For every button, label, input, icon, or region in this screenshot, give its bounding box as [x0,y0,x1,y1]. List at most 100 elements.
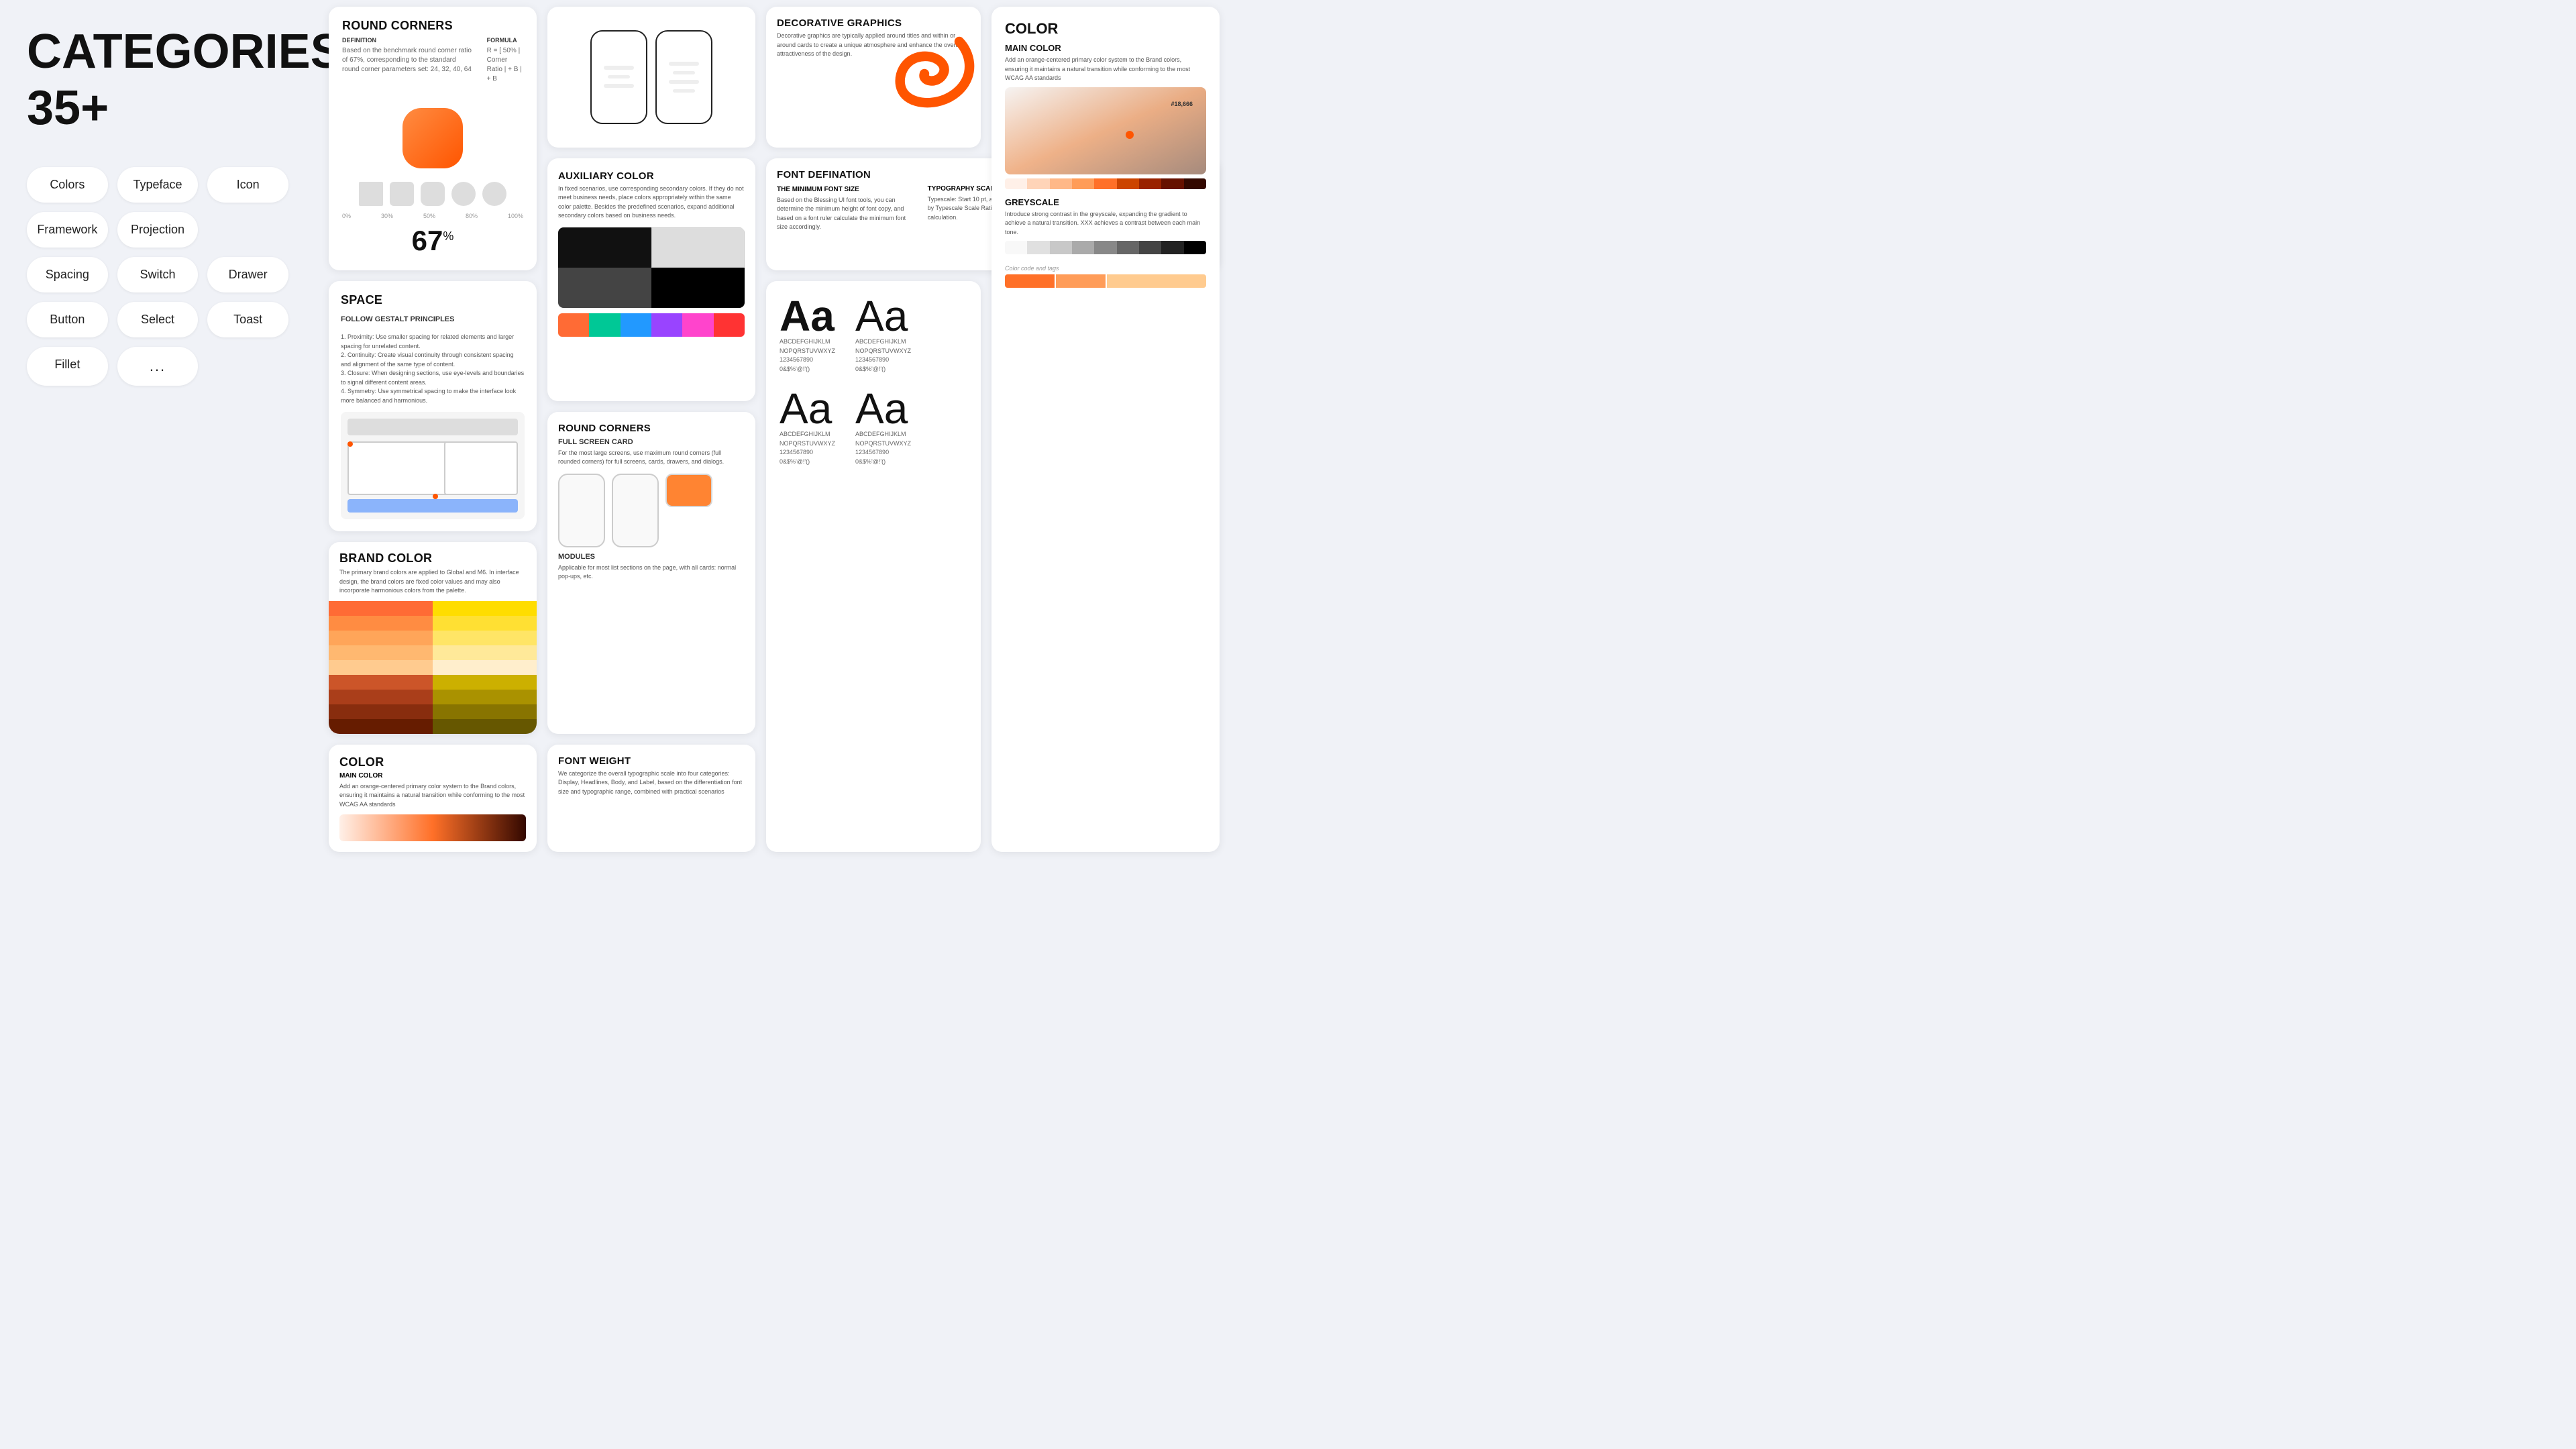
orange-swirl-container [867,20,981,127]
swatch-y1 [433,601,537,616]
corner-shape-1 [390,182,414,206]
phone-line-sm [608,75,630,78]
definition-text: Based on the benchmark round corner rati… [342,46,474,74]
swatch-col-orange [329,601,433,734]
swatch-y2 [433,616,537,631]
aux-darkest [651,268,745,308]
orange-color-bar [1005,178,1206,189]
auxiliary-desc: In fixed scenarios, use corresponding se… [558,184,745,221]
category-pill-more[interactable]: ... [117,347,199,386]
brand-color-header: BRAND COLOR The primary brand colors are… [329,542,537,601]
scale-4: 100% [508,213,523,219]
percent-value: 67 [412,225,443,256]
aux-dark [558,268,651,308]
category-pill-framework[interactable]: Framework [27,212,108,248]
corner-scale: 0% 30% 50% 80% 100% [342,213,523,219]
color-right-desc: Add an orange-centered primary color sys… [1005,56,1206,83]
font-weight-row: Aa ABCDEFGHIJKLMNOPQRSTUVWXYZ12345678900… [780,294,967,374]
swatch-y9 [433,719,537,734]
category-pill-switch[interactable]: Switch [117,257,199,292]
category-pill-projection[interactable]: Projection [117,212,199,248]
space-subtitle: FOLLOW GESTALT PRINCIPLES [341,315,525,323]
corner-shape-3 [451,182,476,206]
swatch-o5 [329,660,433,675]
percent-suffix: % [443,229,453,243]
font-weight-title: FONT WEIGHT [558,755,745,767]
color-right-title: COLOR [1005,20,1206,38]
phone-line-4 [669,80,700,84]
phone-small-1 [558,474,605,547]
category-pill-select[interactable]: Select [117,302,199,337]
swatch-o1 [329,601,433,616]
card-round-corners-2: ROUND CORNERS FULL SCREEN CARD For the m… [547,412,755,734]
scale-0: 0% [342,213,351,219]
swatch-y4 [433,645,537,660]
swatch-o3 [329,631,433,645]
card-space: SPACE FOLLOW GESTALT PRINCIPLES 1. Proxi… [329,281,537,531]
font-sample-thin: Aa ABCDEFGHIJKLMNOPQRSTUVWXYZ12345678900… [855,387,911,466]
font-weight-row-2: Aa ABCDEFGHIJKLMNOPQRSTUVWXYZ12345678900… [780,387,967,466]
orange-card-mock [665,474,712,507]
color-bottom-desc: Add an orange-centered primary color sys… [339,782,526,810]
corner-shape-0 [359,182,383,206]
corner-shape-2 [421,182,445,206]
category-pill-toast[interactable]: Toast [207,302,288,337]
sidebar: CATEGORIES 35+ Colors Typeface Icon Fram… [0,0,315,859]
card-phones-top [547,7,755,148]
card-font-samples: Aa ABCDEFGHIJKLMNOPQRSTUVWXYZ12345678900… [766,281,981,852]
phone-mock-1 [590,30,647,124]
category-pill-colors[interactable]: Colors [27,167,108,203]
aux-c-pink [682,313,713,337]
round2-title: ROUND CORNERS [558,423,745,434]
aa-medium: Aa [855,294,911,337]
category-pill-icon[interactable]: Icon [207,167,288,203]
phone-line-3 [669,62,700,66]
categories-title: CATEGORIES [27,27,288,78]
aux-c-green [589,313,620,337]
category-pill-spacing[interactable]: Spacing [27,257,108,292]
round-corners-title: ROUND CORNERS [342,19,523,33]
category-grid: Colors Typeface Icon Framework Projectio… [27,167,288,386]
category-pill-fillet[interactable]: Fillet [27,347,108,386]
swatch-o4 [329,645,433,660]
font-sample-medium: Aa ABCDEFGHIJKLMNOPQRSTUVWXYZ12345678900… [855,294,911,374]
aux-white [651,227,745,268]
card-decorative: DECORATIVE GRAPHICS Decorative graphics … [766,7,981,148]
color-swatches [329,601,537,734]
font-def-left: FONT DEFINATION THE MINIMUM FONT SIZE Ba… [777,169,908,232]
aux-black [558,227,651,268]
chars-bold: ABCDEFGHIJKLMNOPQRSTUVWXYZ12345678900&$%… [780,337,835,374]
card-round-corners: ROUND CORNERS DEFINITION Based on the be… [329,7,537,270]
category-pill-typeface[interactable]: Typeface [117,167,199,203]
font-def-title: FONT DEFINATION [777,169,908,180]
font-def-desc: Based on the Blessing UI font tools, you… [777,196,908,232]
swatch-y7 [433,690,537,704]
swatch-o7 [329,690,433,704]
font-def-sub: THE MINIMUM FONT SIZE [777,186,908,193]
corner-visual: 0% 30% 50% 80% 100% 67% [329,95,537,270]
color-bottom-sub: MAIN COLOR [339,772,526,780]
swatch-o2 [329,616,433,631]
font-sample-light: Aa ABCDEFGHIJKLMNOPQRSTUVWXYZ12345678900… [780,387,835,466]
swatch-o8 [329,704,433,719]
aux-colors-row [558,313,745,337]
aa-light: Aa [780,387,835,430]
greyscale-bar [1005,241,1206,254]
main-content: ROUND CORNERS DEFINITION Based on the be… [315,0,1233,859]
percent-display: 67% [412,225,454,257]
color-right-map: #18,666 [1005,87,1206,174]
font-weight-desc: We categorize the overall typographic sc… [558,769,745,797]
swatch-y5 [433,660,537,675]
round2-desc2: Applicable for most list sections on the… [558,564,745,582]
color-bottom-title: COLOR [339,755,526,769]
chars-light: ABCDEFGHIJKLMNOPQRSTUVWXYZ12345678900&$%… [780,430,835,466]
aux-c-orange [558,313,589,337]
phone-line-2 [604,84,635,88]
aa-thin: Aa [855,387,911,430]
corner-shapes [359,182,506,206]
definition-label: DEFINITION [342,37,474,44]
category-pill-drawer[interactable]: Drawer [207,257,288,292]
category-pill-button[interactable]: Button [27,302,108,337]
round2-subtitle: FULL SCREEN CARD [558,438,745,446]
formula-label: FORMULA [487,37,523,44]
